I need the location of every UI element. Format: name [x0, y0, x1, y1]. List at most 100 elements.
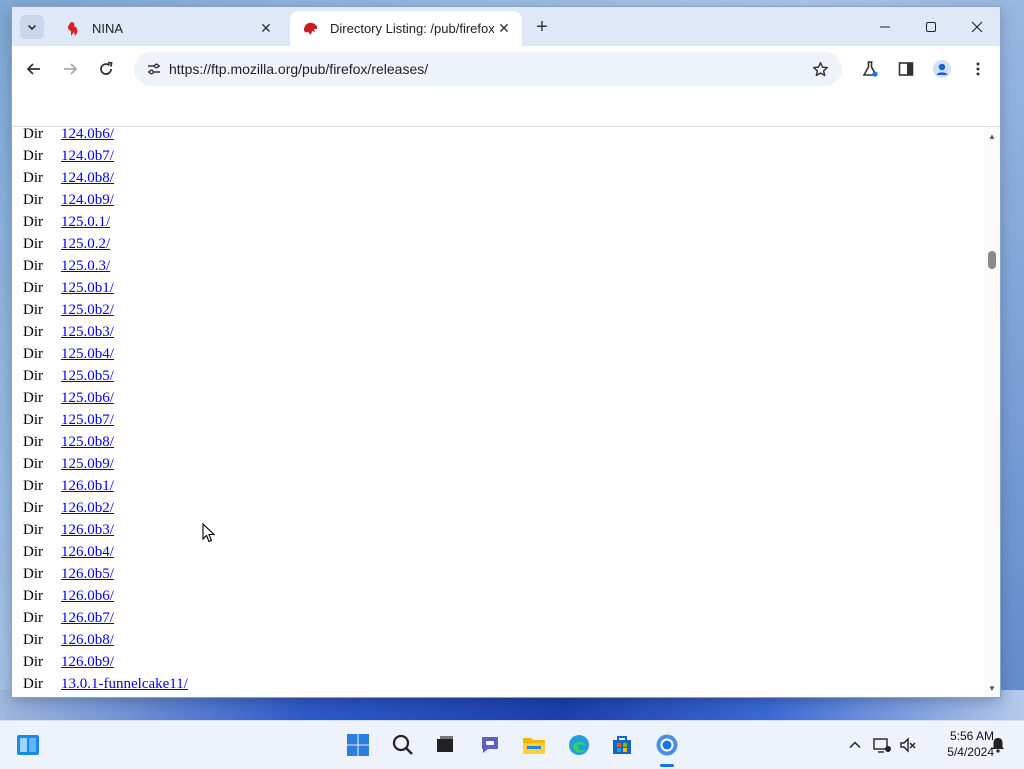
close-tab-icon[interactable]: ✕: [256, 19, 276, 39]
store-button[interactable]: [606, 729, 638, 761]
entry-type: Dir: [23, 390, 43, 406]
mouse-cursor-icon: [202, 523, 216, 543]
back-button[interactable]: [20, 55, 48, 83]
profile-button[interactable]: [928, 55, 956, 83]
directory-link[interactable]: 125.0.3/: [61, 258, 110, 274]
directory-link[interactable]: 126.0b2/: [61, 500, 114, 516]
tab-directory-listing[interactable]: Directory Listing: /pub/firefox/ ✕: [290, 11, 522, 46]
listing-row: Dir 126.0b6/: [23, 585, 188, 607]
directory-link[interactable]: 126.0b7/: [61, 610, 114, 626]
chevron-down-icon: [27, 24, 37, 31]
directory-link[interactable]: 125.0b2/: [61, 302, 114, 318]
listing-row: Dir 124.0b8/: [23, 167, 188, 189]
entry-type: Dir: [23, 544, 43, 560]
task-view-button[interactable]: [429, 729, 461, 761]
widgets-icon: [17, 735, 39, 755]
store-icon: [613, 736, 631, 754]
maximize-icon: [926, 21, 936, 32]
directory-link[interactable]: 126.0b1/: [61, 478, 114, 494]
edge-button[interactable]: [563, 729, 595, 761]
teams-chat-button[interactable]: [474, 729, 506, 761]
directory-link[interactable]: 126.0b6/: [61, 588, 114, 604]
url-text[interactable]: https://ftp.mozilla.org/pub/firefox/rele…: [169, 52, 428, 86]
entry-type: Dir: [23, 632, 43, 648]
notifications-button[interactable]: [982, 729, 1014, 761]
maximize-button[interactable]: [908, 7, 954, 46]
directory-link[interactable]: 126.0b4/: [61, 544, 114, 560]
directory-link[interactable]: 124.0b9/: [61, 192, 114, 208]
listing-row: Dir 126.0b1/: [23, 475, 188, 497]
address-bar[interactable]: https://ftp.mozilla.org/pub/firefox/rele…: [134, 52, 842, 86]
volume-button[interactable]: [892, 729, 924, 761]
flask-icon: [862, 61, 878, 77]
listing-row: Dir 126.0b5/: [23, 563, 188, 585]
directory-link[interactable]: 125.0b4/: [61, 346, 114, 362]
tab-search-button[interactable]: [20, 15, 44, 39]
scroll-down-arrow-icon[interactable]: ▼: [984, 681, 1000, 695]
close-window-button[interactable]: [954, 7, 1000, 46]
directory-link[interactable]: 125.0b9/: [61, 456, 114, 472]
listing-row: Dir 124.0b9/: [23, 189, 188, 211]
listing-row: Dir 125.0b2/: [23, 299, 188, 321]
teams-chat-icon: [482, 737, 498, 753]
menu-button[interactable]: [964, 55, 992, 83]
vertical-scrollbar[interactable]: ▲ ▼: [984, 127, 1000, 697]
star-icon: [812, 61, 828, 76]
new-tab-button[interactable]: +: [530, 15, 554, 39]
chrome-button[interactable]: [651, 729, 683, 761]
entry-type: Dir: [23, 500, 43, 516]
listing-row: Dir 126.0b9/: [23, 651, 188, 673]
listing-row: Dir 125.0b4/: [23, 343, 188, 365]
entry-type: Dir: [23, 258, 43, 274]
listing-row: Dir 13.0.1-funnelcake11/: [23, 673, 188, 695]
listing-row: Dir 125.0b3/: [23, 321, 188, 343]
volume-muted-icon: [900, 737, 916, 753]
directory-link[interactable]: 126.0b5/: [61, 566, 114, 582]
start-button[interactable]: [342, 729, 374, 761]
directory-link[interactable]: 125.0b7/: [61, 412, 114, 428]
search-button[interactable]: [387, 729, 419, 761]
minimize-button[interactable]: [862, 7, 908, 46]
directory-link[interactable]: 126.0b9/: [61, 654, 114, 670]
directory-link[interactable]: 126.0b8/: [61, 632, 114, 648]
directory-link[interactable]: 125.0b5/: [61, 368, 114, 384]
network-icon: [873, 738, 891, 753]
directory-link[interactable]: 125.0b1/: [61, 280, 114, 296]
arrow-left-icon: [26, 63, 40, 75]
file-explorer-button[interactable]: [518, 729, 550, 761]
directory-link[interactable]: 126.0b3/: [61, 522, 114, 538]
scroll-up-arrow-icon[interactable]: ▲: [984, 129, 1000, 143]
directory-link[interactable]: 124.0b7/: [61, 148, 114, 164]
directory-link[interactable]: 125.0b3/: [61, 324, 114, 340]
site-info-button[interactable]: [142, 57, 166, 81]
entry-type: Dir: [23, 280, 43, 296]
listing-row: Dir 125.0.3/: [23, 255, 188, 277]
directory-link[interactable]: 13.0.1-funnelcake11/: [61, 676, 188, 692]
directory-link[interactable]: 124.0b6/: [61, 127, 114, 142]
listing-row: Dir 124.0b7/: [23, 145, 188, 167]
close-tab-icon[interactable]: ✕: [494, 19, 514, 39]
directory-link[interactable]: 124.0b8/: [61, 170, 114, 186]
directory-link[interactable]: 125.0b8/: [61, 434, 114, 450]
listing-row: Dir 126.0b7/: [23, 607, 188, 629]
entry-type: Dir: [23, 588, 43, 604]
scrollbar-thumb[interactable]: [988, 251, 996, 269]
directory-link[interactable]: 125.0b6/: [61, 390, 114, 406]
tab-nina[interactable]: NINA ✕: [52, 11, 284, 46]
nina-favicon-icon: [64, 20, 82, 38]
side-panel-button[interactable]: [892, 55, 920, 83]
chrome-icon: [656, 734, 678, 756]
widgets-button[interactable]: [12, 729, 44, 761]
entry-type: Dir: [23, 456, 43, 472]
listing-row: Dir 125.0b9/: [23, 453, 188, 475]
bookmark-star-button[interactable]: [808, 57, 832, 81]
directory-link[interactable]: 125.0.1/: [61, 214, 110, 230]
close-icon: [971, 21, 983, 32]
reload-button[interactable]: [92, 55, 120, 83]
directory-link[interactable]: 125.0.2/: [61, 236, 110, 252]
browser-toolbar: https://ftp.mozilla.org/pub/firefox/rele…: [12, 46, 1000, 92]
labs-button[interactable]: [856, 55, 884, 83]
listing-row: Dir 126.0b4/: [23, 541, 188, 563]
listing-row: Dir 126.0b3/: [23, 519, 188, 541]
forward-button[interactable]: [56, 55, 84, 83]
